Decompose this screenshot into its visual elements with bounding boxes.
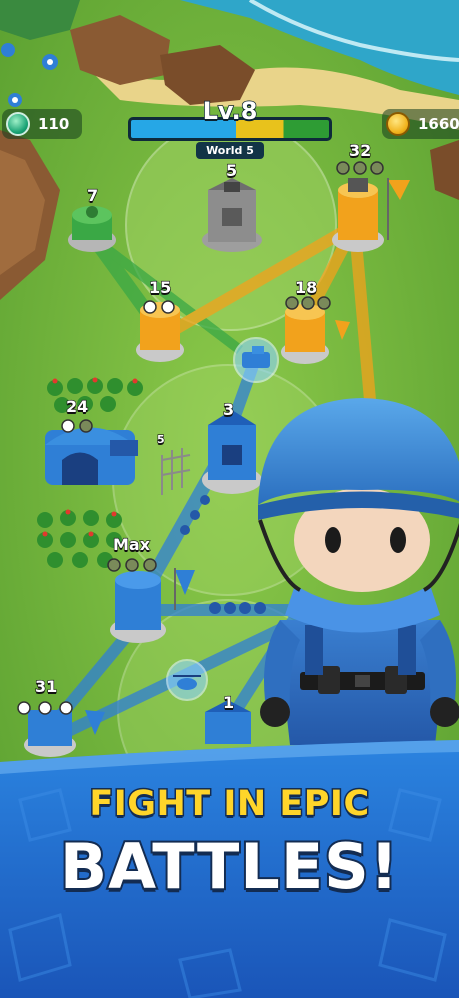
orange-tower[interactable] bbox=[136, 302, 184, 362]
level-label: Lv.8 bbox=[202, 96, 258, 126]
tower-level-label: Max bbox=[112, 534, 151, 554]
world-label: World 5 bbox=[196, 142, 264, 159]
green-tower[interactable] bbox=[68, 206, 116, 252]
tower-level-label: 3 bbox=[222, 399, 235, 419]
tower-level-label: 7 bbox=[86, 185, 99, 205]
coin-count: 1660 bbox=[418, 115, 459, 133]
barracks-level-label: 24 bbox=[65, 396, 89, 416]
tower-level-label: 18 bbox=[294, 277, 318, 297]
tower-level-label: 5 bbox=[225, 160, 238, 180]
fence-level-label: 5 bbox=[156, 432, 165, 446]
gem-count: 110 bbox=[38, 115, 70, 133]
headline-line-2: BATTLES! bbox=[58, 828, 400, 905]
level-indicator[interactable]: Lv.8 World 5 bbox=[128, 96, 332, 161]
tower-level-label: 15 bbox=[148, 277, 172, 297]
neutral-tower[interactable] bbox=[202, 178, 262, 252]
tower-level-label: 32 bbox=[348, 140, 372, 160]
coin-counter[interactable]: 1660 bbox=[382, 109, 459, 139]
tower-level-label: 1 bbox=[222, 692, 235, 712]
coin-icon bbox=[386, 112, 410, 136]
tank-unit[interactable] bbox=[233, 337, 279, 383]
tower-level-label: 31 bbox=[34, 676, 58, 696]
gem-counter[interactable]: 110 bbox=[2, 109, 82, 139]
gem-icon bbox=[6, 112, 30, 136]
blue-barracks[interactable] bbox=[45, 427, 138, 486]
headline-line-1: FIGHT IN EPIC bbox=[88, 783, 371, 826]
helicopter-unit[interactable] bbox=[166, 659, 208, 701]
